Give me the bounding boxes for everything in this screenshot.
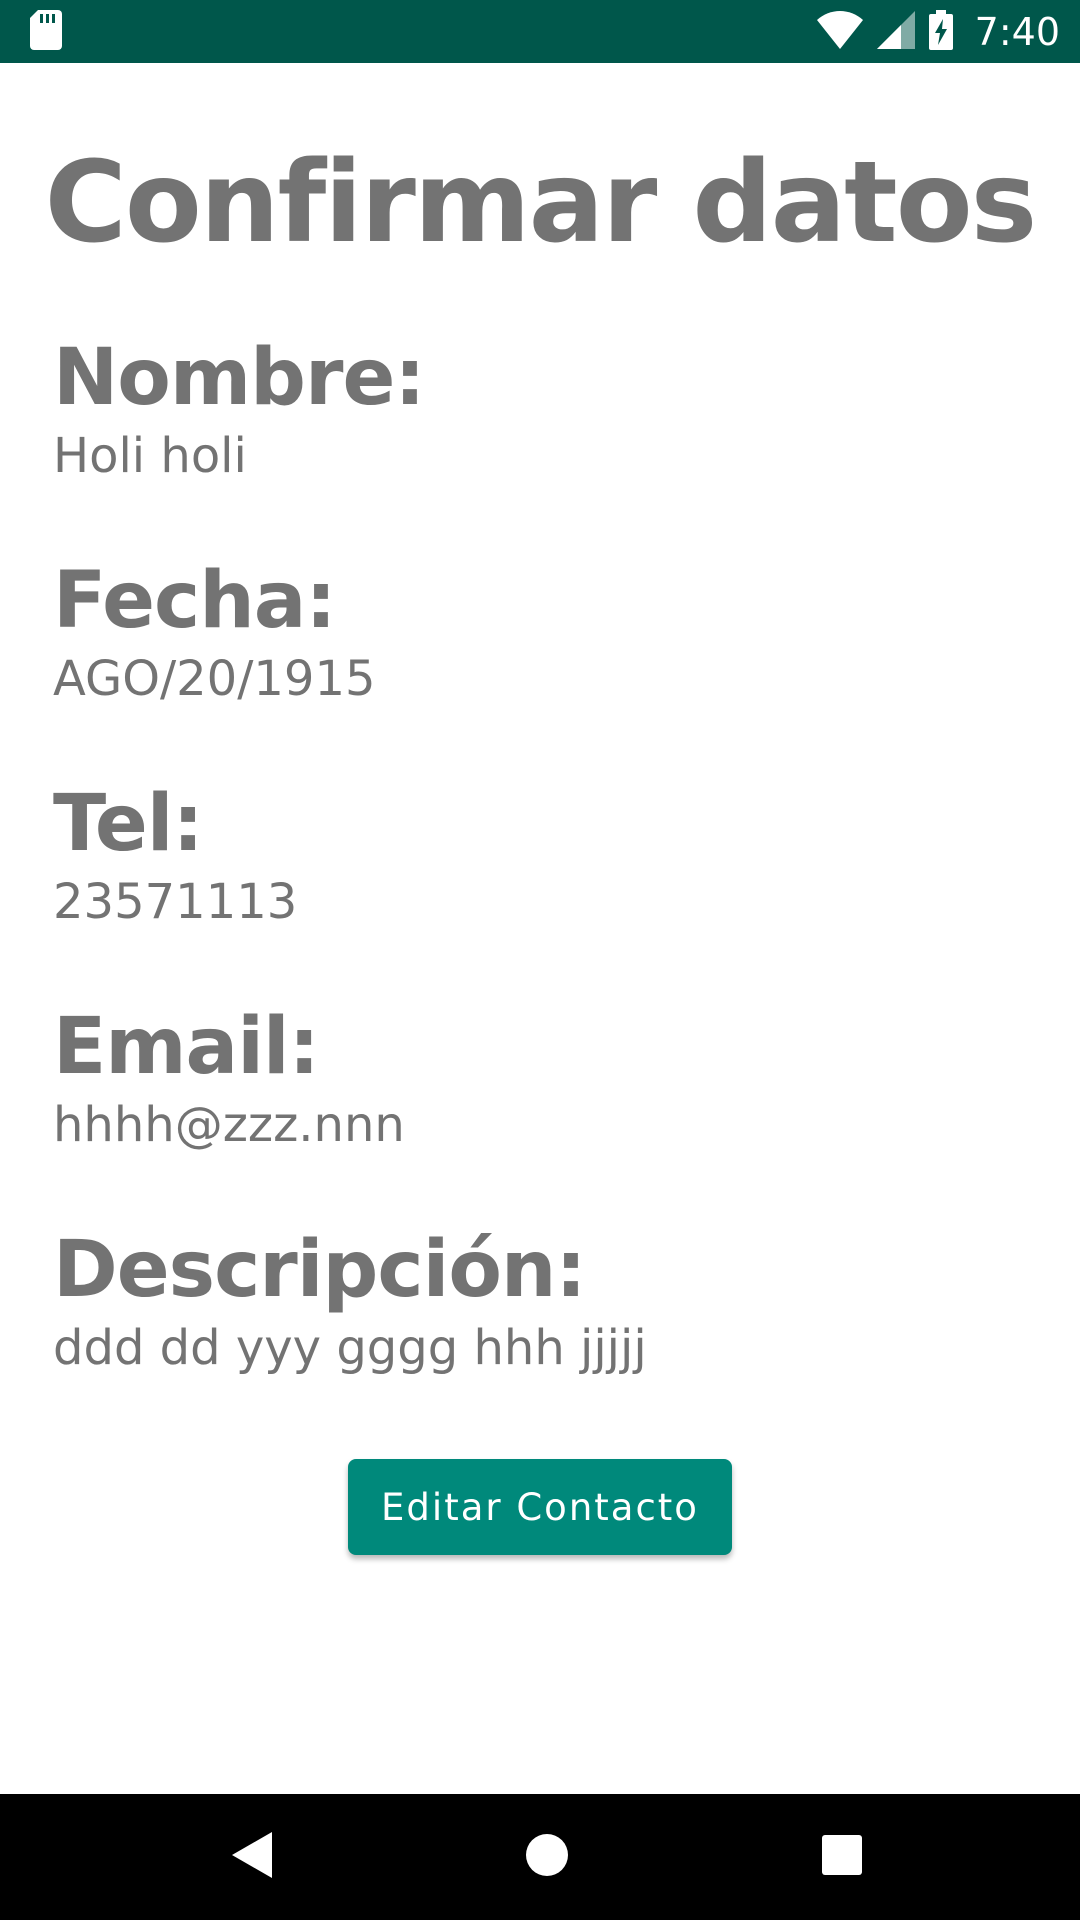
- recents-icon: [822, 1835, 862, 1879]
- field-descripcion: Descripción: ddd dd yyy gggg hhh jjjjj: [53, 1222, 1033, 1378]
- back-button[interactable]: [212, 1817, 292, 1897]
- page-title: Confirmar datos: [44, 138, 1038, 268]
- field-tel: Tel: 23571113: [53, 776, 1033, 932]
- battery-charging-icon: [928, 9, 953, 54]
- field-label-email: Email:: [53, 1002, 320, 1092]
- field-fecha: Fecha: AGO/20/1915: [53, 553, 1033, 709]
- status-left: [30, 9, 62, 54]
- sd-card-icon: [30, 9, 62, 54]
- home-icon: [525, 1833, 569, 1881]
- field-label-descripcion: Descripción:: [53, 1225, 587, 1315]
- field-email: Email: hhhh@zzz.nnn: [53, 999, 1033, 1155]
- field-value-fecha: AGO/20/1915: [53, 651, 376, 707]
- home-button[interactable]: [507, 1817, 587, 1897]
- field-nombre: Nombre: Holi holi: [53, 330, 1033, 486]
- recents-button[interactable]: [802, 1817, 882, 1897]
- status-right: 7:40: [816, 9, 1060, 54]
- back-icon: [232, 1832, 272, 1882]
- status-bar: 7:40: [0, 0, 1080, 63]
- nav-bar: [0, 1794, 1080, 1920]
- field-value-nombre: Holi holi: [53, 428, 247, 484]
- field-value-tel: 23571113: [53, 874, 298, 930]
- field-label-nombre: Nombre:: [53, 333, 426, 423]
- edit-contact-button[interactable]: Editar Contacto: [348, 1459, 732, 1555]
- wifi-icon: [816, 10, 863, 53]
- main-content: Confirmar datos Nombre: Holi holi Fecha:…: [0, 63, 1080, 1794]
- field-label-tel: Tel:: [53, 779, 204, 869]
- field-value-email: hhhh@zzz.nnn: [53, 1097, 405, 1153]
- signal-icon: [876, 10, 915, 53]
- field-label-fecha: Fecha:: [53, 556, 337, 646]
- field-value-descripcion: ddd dd yyy gggg hhh jjjjj: [53, 1320, 647, 1376]
- status-time: 7:40: [974, 9, 1060, 54]
